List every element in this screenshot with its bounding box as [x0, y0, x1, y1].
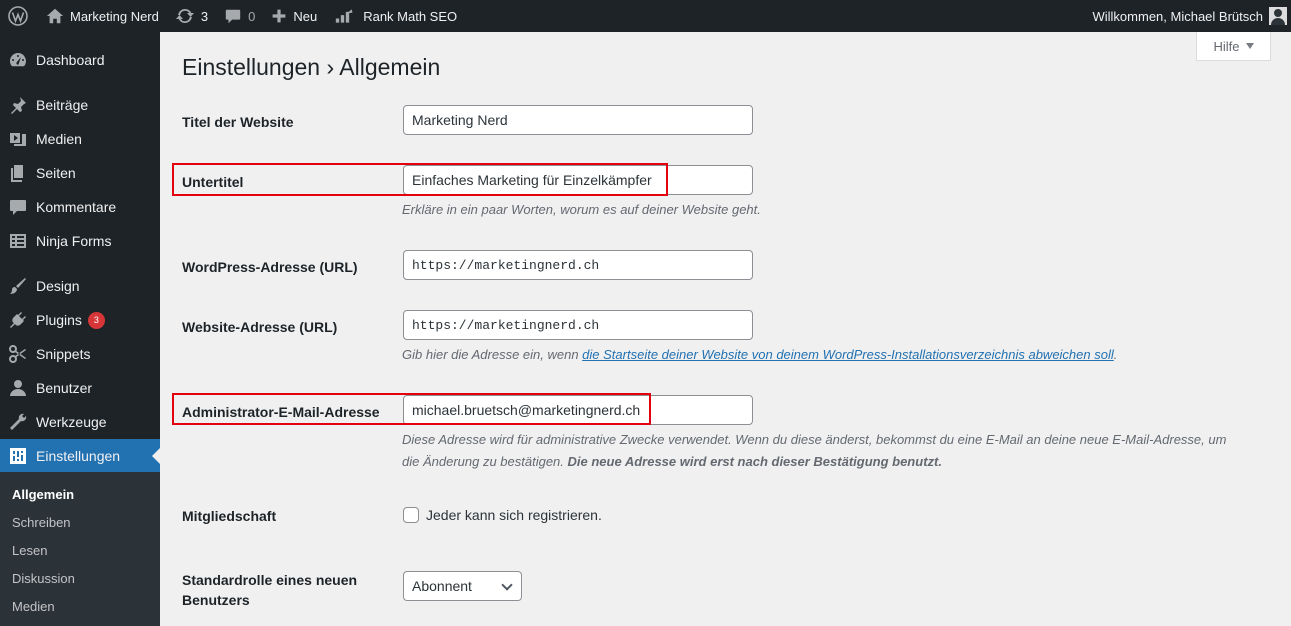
welcome-text: Willkommen, Michael Brütsch [1092, 8, 1264, 24]
tagline-description: Erkläre in ein paar Worten, worum es auf… [402, 202, 761, 217]
menu-label: Einstellungen [36, 448, 121, 464]
scissors-icon [9, 345, 26, 363]
admin-bar: Marketing Nerd 3 0 Neu Rank Math SEO Wil… [0, 0, 1291, 32]
plus-icon [272, 9, 286, 23]
updates-link[interactable]: 3 [167, 0, 216, 32]
membership-checkbox[interactable] [403, 507, 419, 523]
comments-count: 0 [248, 8, 256, 24]
user-icon [10, 380, 26, 396]
menu-label: Beiträge [36, 97, 89, 113]
menu-item-plugins[interactable]: Plugins 3 [0, 303, 160, 337]
forms-icon [10, 234, 26, 248]
menu-label: Dashboard [36, 52, 105, 68]
admin-email-description-line-2: die Änderung zu bestätigen. [402, 454, 568, 469]
wordpress-url-label: WordPress-Adresse (URL) [182, 259, 358, 275]
wordpress-icon [8, 6, 28, 26]
site-url-input[interactable]: https://marketingnerd.ch [403, 310, 753, 340]
update-icon [175, 9, 194, 23]
menu-label: Design [36, 278, 80, 294]
comment-icon [225, 9, 241, 24]
menu-label: Plugins [36, 312, 82, 328]
pin-icon [11, 97, 26, 114]
chevron-down-icon [501, 579, 513, 591]
admin-email-description-bold: Die neue Adresse wird erst nach dieser B… [567, 454, 942, 469]
plugins-update-badge: 3 [87, 311, 105, 329]
help-button[interactable]: Hilfe [1196, 32, 1271, 61]
menu-label: Medien [36, 131, 82, 147]
wordpress-url-input[interactable]: https://marketingnerd.ch [403, 250, 753, 280]
highlight-box-tagline [172, 163, 668, 196]
help-label: Hilfe [1213, 38, 1240, 54]
menu-item-medien[interactable]: Medien [0, 122, 160, 156]
submenu-item-diskussion[interactable]: Diskussion [12, 571, 75, 586]
default-role-label-line-2: Benutzers [182, 592, 250, 608]
menu-item-dashboard[interactable]: Dashboard [0, 43, 160, 77]
site-title-input[interactable]: Marketing Nerd [403, 105, 753, 135]
default-role-label: Standardrolle eines neuen Benutzers [182, 570, 357, 610]
submenu-item-medien[interactable]: Medien [12, 599, 55, 614]
site-url-description-prefix: Gib hier die Adresse ein, wenn [402, 347, 583, 362]
new-content-link[interactable]: Neu [263, 0, 325, 32]
admin-email-description: Diese Adresse wird für administrative Zw… [402, 429, 1226, 473]
admin-menu: Dashboard Beiträge Medien Seiten Komment… [0, 32, 160, 626]
site-url-description: Gib hier die Adresse ein, wenn die Start… [402, 344, 1117, 366]
wordpress-logo[interactable] [0, 0, 38, 32]
submenu-item-schreiben[interactable]: Schreiben [12, 515, 71, 530]
site-url-description-suffix: . [1113, 347, 1118, 362]
wrench-icon [10, 413, 27, 430]
menu-item-einstellungen[interactable]: Einstellungen [0, 439, 160, 473]
comment-icon [10, 200, 26, 215]
site-url-help-link[interactable]: die Startseite deiner Website von deinem… [582, 347, 1114, 362]
brush-icon [10, 278, 26, 294]
menu-item-kommentare[interactable]: Kommentare [0, 190, 160, 224]
menu-label: Benutzer [36, 380, 93, 396]
site-name-link[interactable]: Marketing Nerd [38, 0, 167, 32]
admin-email-description-line-1: Diese Adresse wird für administrative Zw… [402, 432, 1227, 447]
highlight-box-admin-email [172, 393, 651, 425]
menu-item-benutzer[interactable]: Benutzer [0, 371, 160, 405]
caret-down-icon [1245, 43, 1254, 49]
rank-math-link[interactable]: Rank Math SEO [325, 0, 465, 32]
my-account-link[interactable]: Willkommen, Michael Brütsch [1085, 0, 1291, 32]
membership-checkbox-label[interactable]: Jeder kann sich registrieren. [426, 507, 602, 523]
menu-label: Snippets [36, 346, 91, 362]
membership-label: Mitgliedschaft [182, 508, 277, 524]
page-title: Einstellungen › Allgemein [182, 54, 441, 80]
settings-submenu: Allgemein Schreiben Lesen Diskussion Med… [0, 472, 160, 626]
site-name: Marketing Nerd [70, 8, 159, 24]
rank-math-icon [336, 9, 353, 23]
home-icon [46, 8, 64, 24]
default-role-value: Abonnent [412, 578, 472, 594]
avatar [1269, 7, 1287, 25]
menu-item-snippets[interactable]: Snippets [0, 337, 160, 371]
submenu-item-allgemein[interactable]: Allgemein [12, 487, 74, 502]
menu-item-werkzeuge[interactable]: Werkzeuge [0, 405, 160, 439]
rank-math-label: Rank Math SEO [363, 8, 458, 24]
plugin-icon [10, 312, 26, 328]
comments-link[interactable]: 0 [216, 0, 263, 32]
default-role-select[interactable]: Abonnent [403, 571, 522, 601]
submenu-item-lesen[interactable]: Lesen [12, 543, 47, 558]
site-url-label: Website-Adresse (URL) [182, 319, 338, 335]
menu-item-ninja-forms[interactable]: Ninja Forms [0, 224, 160, 258]
menu-item-design[interactable]: Design [0, 269, 160, 303]
media-icon [10, 133, 26, 146]
menu-item-beitraege[interactable]: Beiträge [0, 88, 160, 122]
menu-label: Ninja Forms [36, 233, 112, 249]
menu-label: Kommentare [36, 199, 117, 215]
new-label: Neu [293, 8, 318, 24]
site-title-label: Titel der Website [182, 114, 294, 130]
updates-count: 3 [200, 8, 209, 24]
menu-item-seiten[interactable]: Seiten [0, 156, 160, 190]
menu-label: Werkzeuge [36, 414, 107, 430]
dashboard-icon [10, 53, 26, 67]
menu-label: Seiten [36, 165, 76, 181]
default-role-label-line-1: Standardrolle eines neuen [182, 572, 358, 588]
pages-icon [11, 165, 23, 182]
settings-icon [10, 448, 26, 464]
